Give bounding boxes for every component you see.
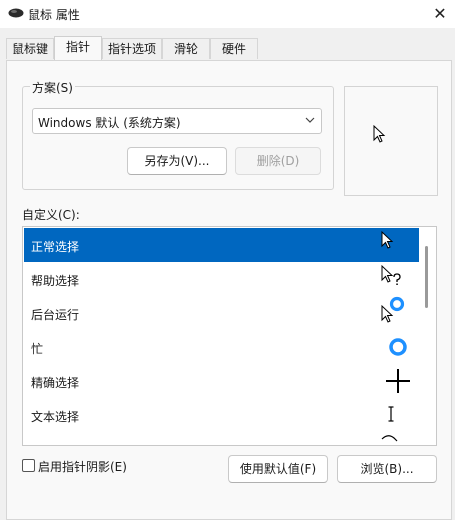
scrollbar-thumb[interactable] xyxy=(425,246,428,308)
tab-buttons[interactable]: 鼠标键 xyxy=(6,38,54,59)
help-cursor-icon xyxy=(381,264,401,285)
customize-label: 自定义(C): xyxy=(22,208,80,222)
arrow-cursor-icon xyxy=(381,230,394,249)
list-item-label: 后台运行 xyxy=(31,308,80,322)
tab-hardware[interactable]: 硬件 xyxy=(210,38,258,59)
tab-pointer-options[interactable]: 指针选项 xyxy=(102,38,162,59)
handwriting-cursor-icon xyxy=(381,435,398,442)
list-item-busy[interactable]: 忙 xyxy=(24,330,419,364)
list-item-help-select[interactable]: 帮助选择 xyxy=(24,262,419,296)
pointer-shadow-label: 启用指针阴影(E) xyxy=(38,460,127,474)
browse-button[interactable]: 浏览(B)... xyxy=(337,455,437,483)
list-item-working-in-background[interactable]: 后台运行 xyxy=(24,296,419,330)
cursor-list[interactable]: 正常选择 帮助选择 后台运行 忙 精确选择 文本选择 xyxy=(22,226,437,446)
tab-pointers[interactable]: 指针 xyxy=(54,36,102,60)
text-ibeam-cursor-icon xyxy=(388,406,394,422)
close-icon: ✕ xyxy=(433,3,447,23)
close-button[interactable]: ✕ xyxy=(425,0,455,26)
list-item-label: 文本选择 xyxy=(31,410,80,424)
list-item-label: 帮助选择 xyxy=(31,274,80,288)
list-item-label: 正常选择 xyxy=(31,240,80,254)
list-scrollbar[interactable] xyxy=(419,228,435,444)
list-item-handwriting[interactable] xyxy=(24,432,419,445)
scheme-dropdown[interactable]: Windows 默认 (系统方案) xyxy=(32,108,322,134)
title-bar: 鼠标 属性 ✕ xyxy=(0,0,455,28)
chevron-down-icon xyxy=(305,117,315,123)
cursor-preview xyxy=(344,86,438,196)
arrow-cursor-icon xyxy=(373,125,386,143)
list-item-normal-select[interactable]: 正常选择 xyxy=(24,228,419,262)
save-as-button[interactable]: 另存为(V)... xyxy=(127,147,227,175)
list-item-precision-select[interactable]: 精确选择 xyxy=(24,364,419,398)
precision-cross-cursor-icon xyxy=(386,369,410,393)
mouse-icon xyxy=(8,8,24,18)
list-item-label: 精确选择 xyxy=(31,376,80,390)
list-item-text-select[interactable]: 文本选择 xyxy=(24,398,419,432)
use-default-button[interactable]: 使用默认值(F) xyxy=(228,455,328,483)
pointer-shadow-checkbox[interactable] xyxy=(22,459,35,472)
scheme-group-label: 方案(S) xyxy=(30,79,75,96)
tab-wheel[interactable]: 滑轮 xyxy=(162,38,210,59)
delete-button[interactable]: 删除(D) xyxy=(235,147,321,175)
busy-cursor-icon xyxy=(389,338,407,356)
list-item-label: 忙 xyxy=(31,342,44,356)
scheme-dropdown-value: Windows 默认 (系统方案) xyxy=(38,116,181,130)
working-in-background-cursor-icon xyxy=(381,296,405,323)
window-title: 鼠标 属性 xyxy=(28,8,80,22)
